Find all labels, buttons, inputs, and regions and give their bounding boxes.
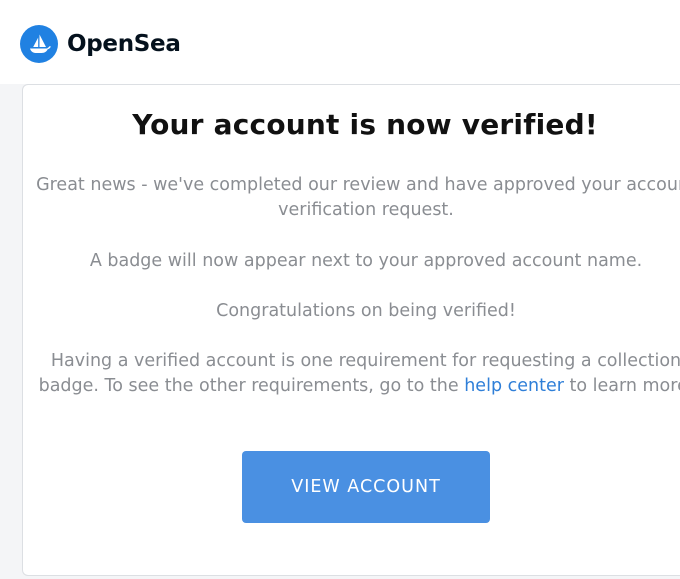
- opensea-boat-icon: [20, 25, 58, 63]
- email-header: OpenSea: [0, 0, 680, 84]
- approval-paragraph: Great news - we've completed our review …: [36, 175, 680, 220]
- opensea-logo[interactable]: OpenSea: [20, 25, 181, 63]
- help-center-link[interactable]: help center: [464, 376, 564, 396]
- congratulations-paragraph: Congratulations on being verified!: [216, 301, 516, 321]
- brand-name: OpenSea: [67, 31, 181, 57]
- verification-headline: Your account is now verified!: [132, 108, 598, 141]
- requirements-paragraph: Having a verified account is one require…: [30, 349, 680, 399]
- badge-paragraph: A badge will now appear next to your app…: [89, 251, 643, 271]
- requirements-text-end: to learn more.: [569, 376, 680, 396]
- view-account-button[interactable]: VIEW ACCOUNT: [242, 451, 490, 523]
